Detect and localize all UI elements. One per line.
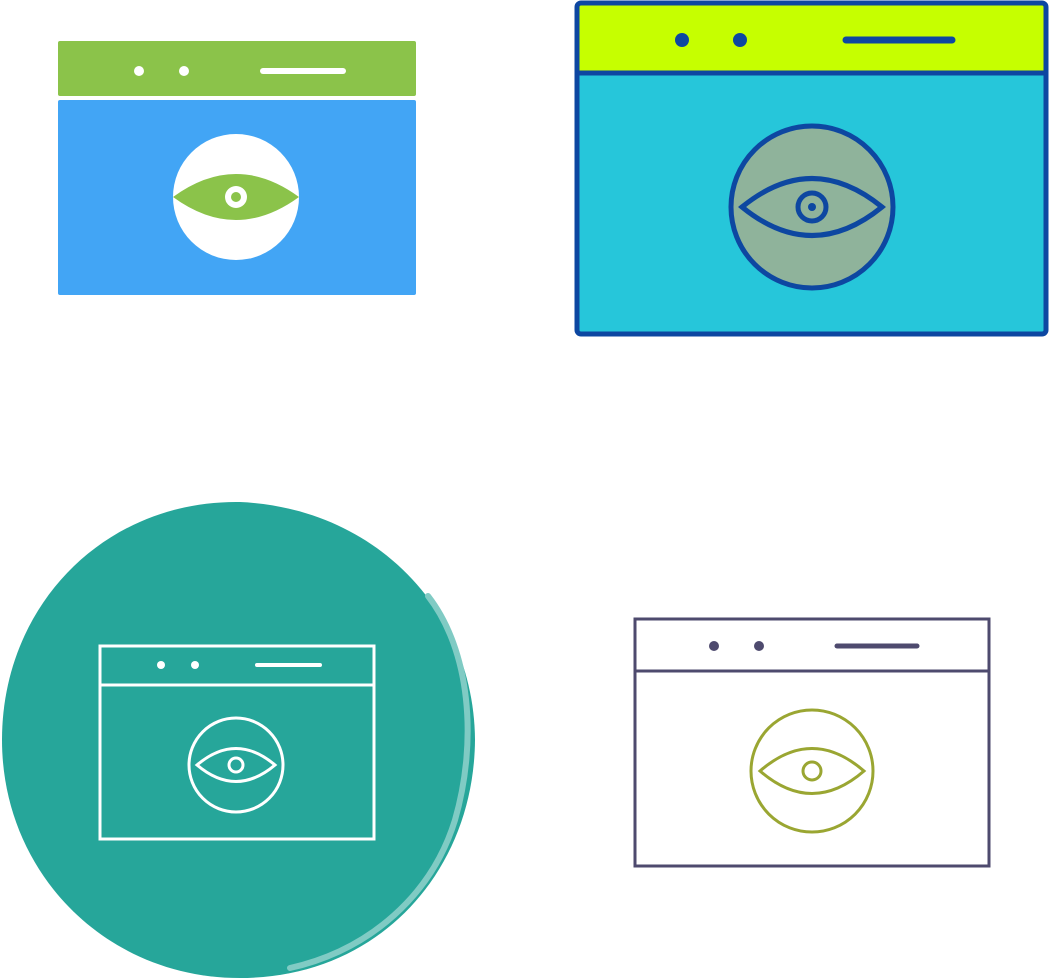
window-dot: [709, 641, 719, 651]
window-dot: [179, 66, 189, 76]
browser-eye-filled-outline-icon: [574, 0, 1049, 337]
window-dot: [675, 33, 689, 47]
eye-pupil: [231, 192, 241, 202]
window-header: [577, 3, 1046, 71]
eye-pupil: [808, 203, 816, 211]
window-dot: [134, 66, 144, 76]
eye-shape: [757, 747, 867, 795]
eye-circle: [749, 708, 875, 834]
window-dot: [754, 641, 764, 651]
window-dot: [157, 661, 165, 669]
browser-eye-circle-badge-icon: [0, 500, 480, 980]
browser-eye-glyph-icon: [58, 41, 416, 295]
browser-eye-outline-icon: [632, 616, 992, 870]
window-header: [58, 41, 416, 96]
eye-iris: [801, 760, 823, 782]
window-dot: [733, 33, 747, 47]
window-dot: [191, 661, 199, 669]
window-address-bar: [260, 68, 346, 74]
window-frame: [633, 617, 991, 868]
